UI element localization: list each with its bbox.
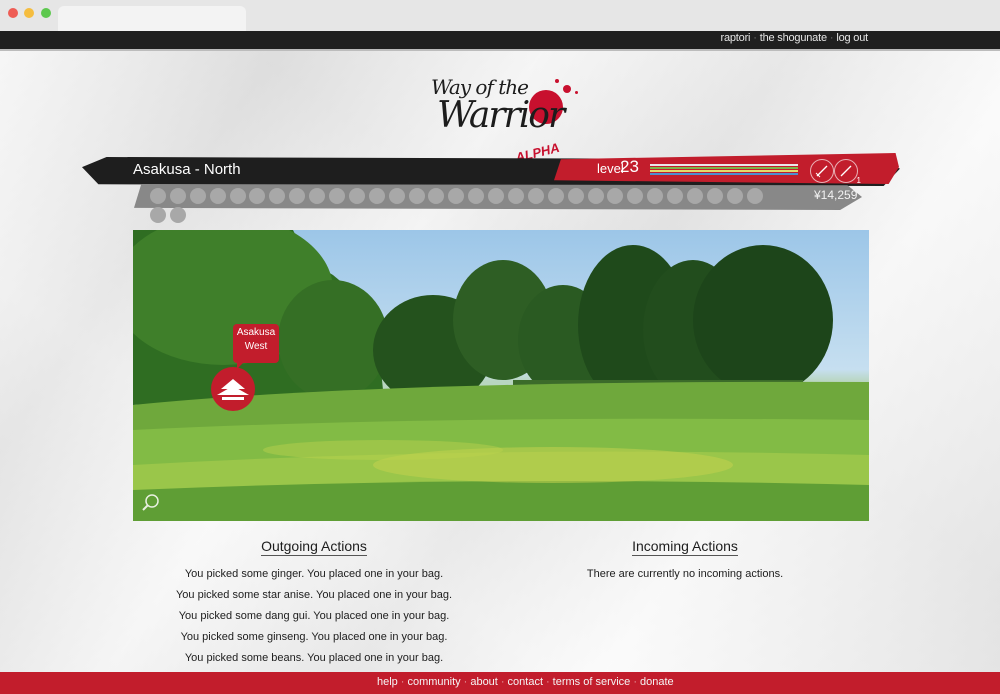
experience-dot [448,188,465,204]
outgoing-action-item: You picked some star anise. You placed o… [175,589,452,601]
blade-skill-button[interactable]: 1 [834,159,861,185]
incoming-actions: Incoming Actions There are currently no … [535,536,835,585]
stat-bar-track [650,164,798,166]
experience-dot [726,188,743,204]
stamina-bar [650,170,798,172]
experience-dot [209,188,226,204]
skill-count: 1 [856,176,861,185]
experience-dot [169,188,186,204]
experience-dot [348,188,365,204]
footer-link-about[interactable]: about [470,676,498,688]
footer-links: help · community · about · contact · terms of se… [377,676,674,688]
experience-dot [587,188,604,204]
stat-bars [650,164,798,175]
experience-dot [706,188,723,204]
money-display: ¥14,259 [814,188,858,202]
destination-name-line1: Asakusa [236,327,276,338]
page: raptori · the shogunate · log out Way of the… [0,31,1000,694]
destination-tooltip: Asakusa West [233,324,279,369]
experience-dot [229,188,246,204]
outgoing-actions-title: Outgoing Actions [261,538,367,556]
footer: help · community · about · contact · terms of se… [0,672,1000,694]
footer-link-help[interactable]: help [377,676,398,688]
maximize-window-icon[interactable] [41,8,51,18]
minimize-window-icon[interactable] [24,8,34,18]
experience-dot [468,188,485,204]
outgoing-action-item: You picked some ginseng. You placed one … [180,631,448,643]
location-title: Asakusa - North [133,161,241,178]
temple-roof-icon [217,379,249,400]
experience-dot [269,188,286,204]
outgoing-action-item: You picked some beans. You placed one in… [184,652,444,664]
footer-link-terms[interactable]: terms of service [553,676,631,688]
footer-link-contact[interactable]: contact [508,676,543,688]
experience-dot [647,188,664,204]
top-nav-links: raptori · the shogunate · log out [720,32,869,44]
experience-dot [189,188,206,204]
experience-dot [368,188,385,204]
experience-dots [150,188,780,223]
experience-dot [607,188,624,204]
experience-dot [150,207,166,223]
experience-dot [746,188,763,204]
nav-link-logout[interactable]: log out [836,32,868,44]
experience-dot [527,188,544,204]
experience-dot [488,188,505,204]
experience-dot [249,188,266,204]
sword-icon [815,165,828,178]
hotspot-marker [211,367,255,411]
logo-line-2: Warrior [437,95,565,136]
location-scene[interactable]: Asakusa West [133,230,869,521]
incoming-actions-title: Incoming Actions [632,538,738,556]
experience-dot [687,188,704,204]
browser-tab[interactable] [58,6,246,31]
experience-dot [388,188,405,204]
browser-chrome [0,0,1000,32]
experience-dot [567,188,584,204]
experience-dot [508,188,525,204]
travel-hotspot-asakusa-west[interactable] [211,367,255,411]
footer-link-community[interactable]: community [407,676,460,688]
destination-name-line2: West [244,341,268,352]
health-bar [650,167,798,169]
close-window-icon[interactable] [8,8,18,18]
blade-icon [840,165,852,177]
experience-dot [408,188,425,204]
experience-dot [329,188,346,204]
level-value: 23 [620,157,639,176]
experience-dot [627,188,644,204]
outgoing-action-item: You picked some dang gui. You placed one… [178,610,450,622]
magnifier-icon[interactable] [141,493,161,513]
experience-dot [169,207,186,223]
experience-dot [289,188,306,204]
nav-link-username[interactable]: raptori [721,32,751,44]
outgoing-action-item: You picked some ginger. You placed one i… [184,568,444,580]
experience-dot [547,188,564,204]
experience-dot [428,188,445,204]
outgoing-actions: Outgoing Actions You picked some ginger.… [164,536,464,669]
energy-bar [650,173,798,175]
experience-dot [667,188,684,204]
nav-link-shogunate[interactable]: the shogunate [760,32,827,44]
footer-link-donate[interactable]: donate [640,676,674,688]
incoming-empty-message: There are currently no incoming actions. [586,568,784,580]
top-nav-bar: raptori · the shogunate · log out [0,31,1000,51]
sword-skill-button[interactable] [810,159,834,183]
experience-dot [150,188,166,204]
experience-dot [309,188,326,204]
